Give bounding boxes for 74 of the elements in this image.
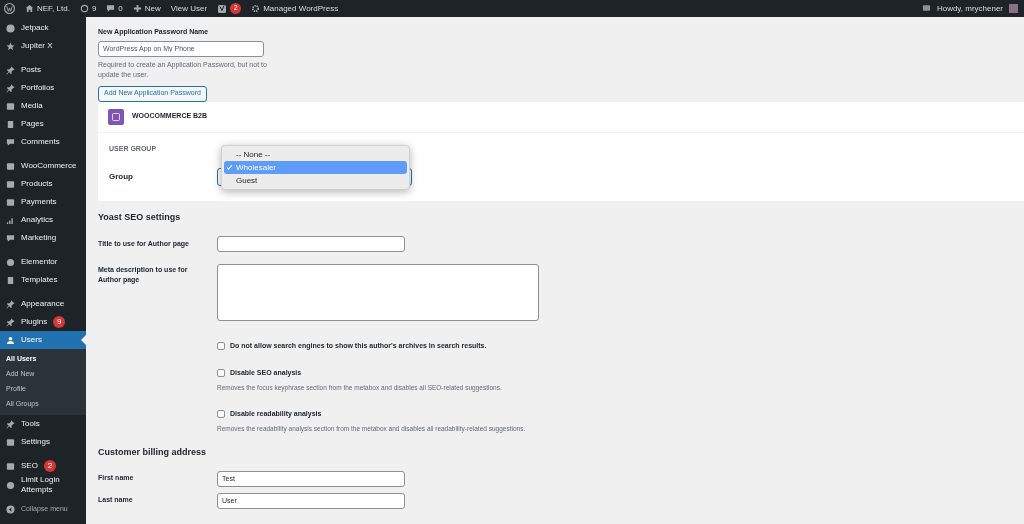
managed-wordpress-link[interactable]: Managed WordPress (263, 2, 339, 15)
sidebar-item[interactable]: Jupiter X (0, 37, 86, 55)
sidebar-item[interactable]: Comments (0, 133, 86, 151)
avatar-placeholder (1009, 4, 1018, 13)
comments-count[interactable]: 0 (118, 2, 123, 15)
sidebar-item[interactable]: Marketing (0, 229, 86, 247)
star-icon (6, 41, 15, 51)
wordpress-logo-icon (4, 3, 15, 14)
circle-icon (6, 480, 15, 490)
sidebar-item[interactable]: Users (0, 331, 86, 349)
gear-icon (251, 4, 261, 13)
page-icon (6, 275, 15, 285)
notification-badge: 2 (43, 460, 56, 472)
speech-bubble-icon (6, 233, 15, 243)
view-user-link[interactable]: View User (170, 2, 208, 15)
sidebar-item[interactable]: Posts (0, 61, 86, 79)
section-heading: Yoast SEO settings (98, 210, 181, 224)
sidebar-item[interactable]: Appearance (0, 295, 86, 313)
square-icon (6, 179, 15, 189)
sidebar-item[interactable]: WooCommerce (0, 157, 86, 175)
plus-icon (132, 4, 142, 13)
dropdown-option[interactable]: -- None -- (224, 148, 407, 161)
checkmark-icon (226, 164, 233, 171)
field-label: Group (109, 171, 134, 183)
author-title-field[interactable] (217, 236, 405, 252)
sidebar-item[interactable]: Plugins 9 (0, 313, 86, 331)
option-label: Guest (236, 174, 258, 187)
collapse-circle-icon (6, 504, 15, 514)
sidebar-item[interactable]: Products (0, 175, 86, 193)
pin-icon (6, 299, 15, 309)
sidebar-item[interactable]: Jetpack (0, 19, 86, 37)
sidebar-item[interactable]: Analytics (0, 211, 86, 229)
square-icon (6, 437, 15, 447)
updates-count[interactable]: 9 (91, 2, 97, 15)
sidebar-item[interactable]: Media (0, 97, 86, 115)
pin-icon (6, 419, 15, 429)
sidebar-item[interactable]: SEO 2 (0, 457, 86, 475)
sidebar-item[interactable]: Settings (0, 433, 86, 451)
account-greeting-link[interactable]: Howdy, mrychener (936, 2, 1003, 15)
option-label: Wholesaler (236, 161, 276, 174)
sidebar-item[interactable]: Tools (0, 415, 86, 433)
sidebar-item[interactable]: Templates (0, 271, 86, 289)
person-icon (6, 335, 15, 345)
square-icon (6, 161, 15, 171)
meta-description-field[interactable] (217, 264, 539, 321)
checkbox[interactable] (217, 368, 225, 377)
bar-chart-icon (6, 215, 15, 225)
square-icon (6, 101, 15, 111)
speech-bubble-icon (106, 4, 116, 13)
sidebar-item[interactable]: Payments (0, 193, 86, 211)
speech-bubble-icon (921, 4, 931, 13)
checkbox[interactable] (217, 410, 225, 418)
sidebar-item[interactable]: Limit Login Attempts (0, 475, 86, 495)
new-link[interactable]: New (144, 2, 161, 15)
notification-badge: 9 (53, 316, 66, 328)
home-icon (25, 4, 34, 13)
sidebar-item[interactable]: Elementor (0, 253, 86, 271)
sidebar-item[interactable]: Pages (0, 115, 86, 133)
refresh-icon (79, 4, 89, 13)
circle-icon (6, 257, 15, 267)
sidebar-item[interactable]: Portfolios (0, 79, 86, 97)
section-heading: Customer billing address (98, 446, 207, 459)
pin-icon (6, 83, 15, 93)
dropdown-option[interactable]: Guest (224, 174, 407, 187)
square-icon (6, 461, 15, 471)
page-icon (6, 119, 15, 129)
speech-bubble-icon (6, 137, 15, 147)
square-icon (6, 197, 15, 207)
checkbox[interactable] (217, 342, 225, 351)
yoast-logo-icon (217, 3, 228, 14)
pin-icon (6, 65, 15, 75)
pin-icon (6, 317, 15, 327)
site-name-link[interactable]: NEF, Ltd. (37, 2, 70, 15)
option-label: -- None -- (236, 148, 271, 161)
